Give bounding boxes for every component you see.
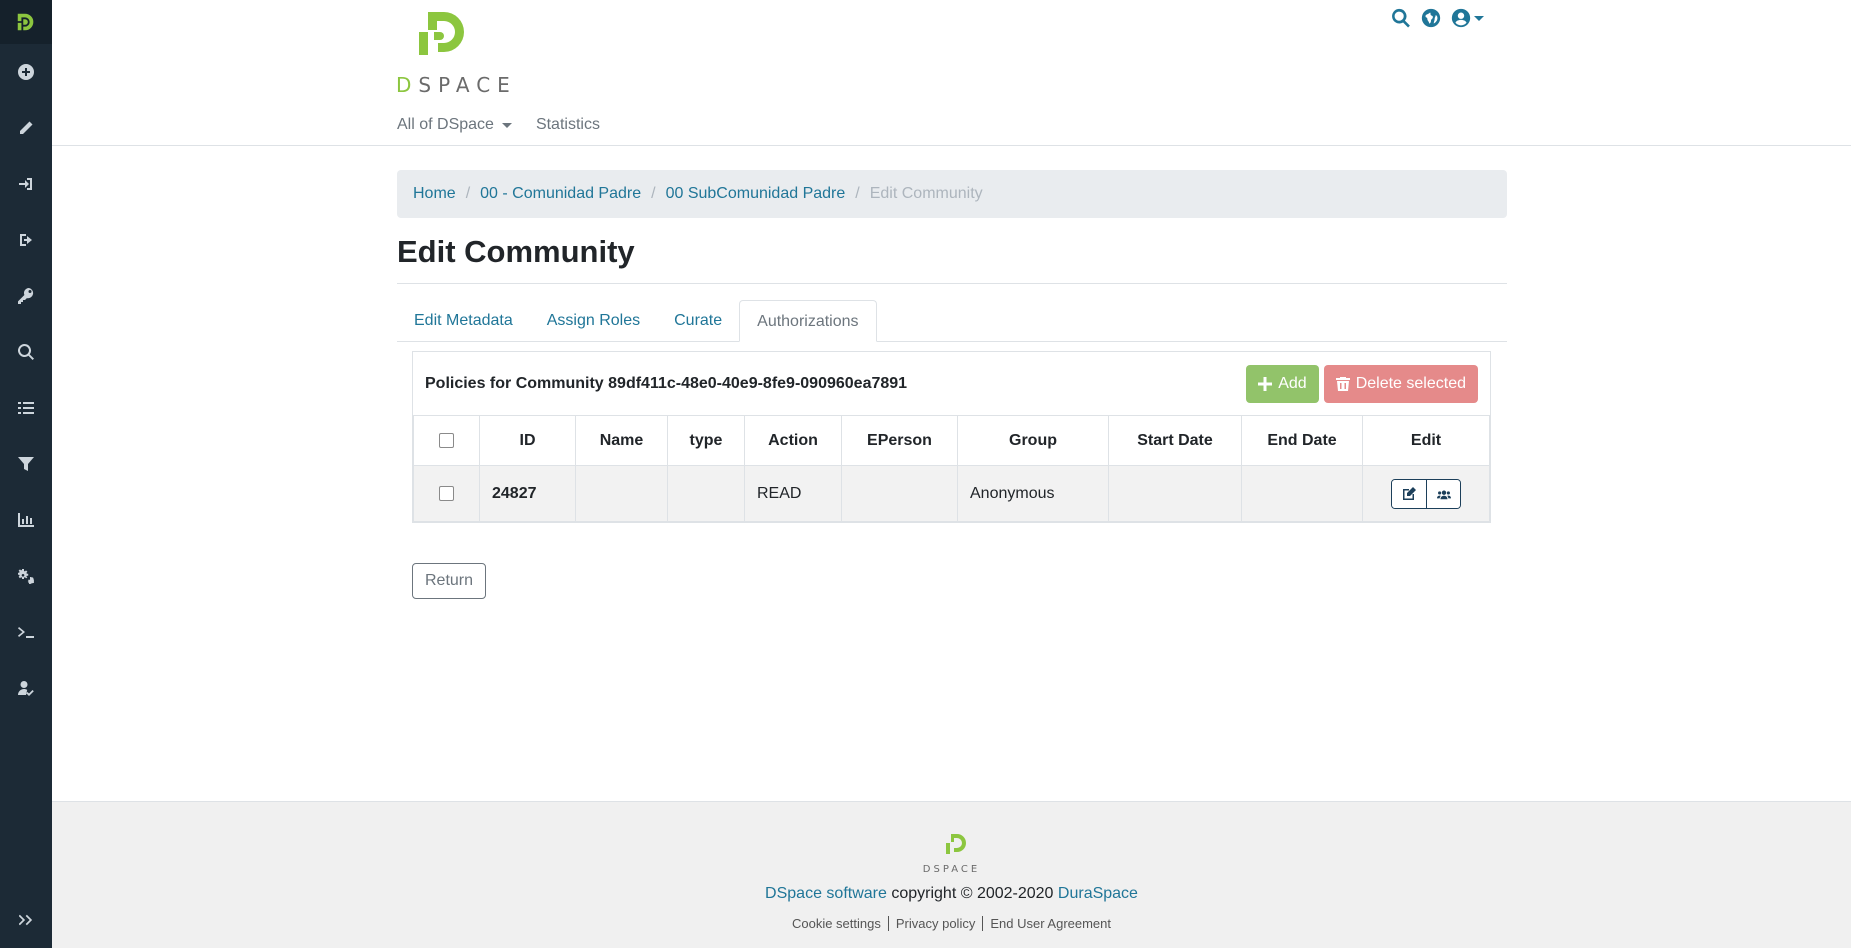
policies-panel: Policies for Community 89df411c-48e0-40e…: [412, 351, 1491, 523]
breadcrumb-separator: /: [465, 185, 471, 202]
footer-links: Cookie settings Privacy policy End User Ag…: [52, 916, 1851, 931]
chevron-down-icon: [1474, 15, 1484, 21]
delete-selected-button[interactable]: Delete selected: [1323, 364, 1478, 403]
column-header-id: ID: [479, 415, 576, 466]
tab-edit-metadata[interactable]: Edit Metadata: [397, 300, 530, 341]
policies-panel-header: Policies for Community 89df411c-48e0-40e…: [413, 352, 1490, 415]
cookie-settings-link[interactable]: Cookie settings: [785, 916, 888, 931]
breadcrumb-community[interactable]: 00 - Comunidad Padre: [480, 185, 641, 203]
column-header-start-date: Start Date: [1108, 415, 1242, 466]
tab-curate[interactable]: Curate: [657, 300, 739, 341]
edit-icon: [1403, 486, 1416, 500]
column-header-name: Name: [575, 415, 668, 466]
policy-end-date: [1241, 465, 1363, 522]
language-globe-icon[interactable]: [1420, 7, 1442, 29]
add-policy-button[interactable]: Add: [1246, 364, 1319, 403]
row-select-cell: [413, 465, 480, 522]
footer-logo-text: DSPACE: [922, 864, 981, 875]
admin-sidebar: [0, 0, 52, 948]
nav-all-of-dspace-label: All of DSpace: [397, 116, 494, 133]
dspace-software-link[interactable]: DSpace software: [765, 885, 887, 902]
column-header-group: Group: [957, 415, 1109, 466]
chevron-down-icon: [501, 122, 512, 128]
statistics-icon[interactable]: [0, 492, 52, 548]
policy-eperson: [841, 465, 958, 522]
header-actions: [1390, 7, 1484, 29]
dspace-logo-text: DSPACE: [396, 73, 517, 97]
delete-selected-label: Delete selected: [1355, 374, 1466, 392]
edit-icon[interactable]: [0, 100, 52, 156]
nav-statistics[interactable]: Statistics: [536, 116, 600, 134]
policy-type: [667, 465, 745, 522]
column-header-edit: Edit: [1362, 415, 1490, 466]
edit-group-button[interactable]: [1426, 479, 1460, 508]
policy-start-date: [1108, 465, 1242, 522]
users-icon: [1436, 490, 1451, 499]
tab-authorizations[interactable]: Authorizations: [739, 300, 877, 342]
access-control-icon[interactable]: [0, 268, 52, 324]
expand-sidebar-icon[interactable]: [0, 900, 52, 940]
page-title: Edit Community: [397, 234, 1507, 284]
column-header-action: Action: [744, 415, 842, 466]
breadcrumb-separator: /: [855, 185, 860, 202]
table-row: 24827 READ Anonymous: [413, 465, 1490, 522]
policy-name: [575, 465, 668, 522]
add-policy-label: Add: [1278, 374, 1307, 392]
select-all-checkbox[interactable]: [439, 432, 454, 448]
edit-button-group: [1391, 478, 1461, 509]
processes-icon[interactable]: [0, 604, 52, 660]
breadcrumb-separator: /: [651, 185, 656, 202]
user-menu[interactable]: [1450, 7, 1484, 29]
registries-icon[interactable]: [0, 380, 52, 436]
duraspace-link[interactable]: DuraSpace: [1058, 885, 1138, 902]
dspace-logo-icon[interactable]: [0, 0, 52, 44]
tab-bar: Edit Metadata Assign Roles Curate Author…: [397, 300, 1507, 342]
return-button[interactable]: Return: [412, 563, 486, 599]
main-content: Home / 00 - Comunidad Padre / 00 SubComu…: [397, 170, 1507, 599]
footer: DSPACE DSpace software copyright © 2002-…: [52, 801, 1851, 948]
policy-edit-cell: [1362, 465, 1490, 522]
column-header-type: type: [667, 415, 745, 466]
export-icon[interactable]: [0, 212, 52, 268]
select-all-header: [413, 415, 480, 466]
nav-all-of-dspace[interactable]: All of DSpace: [397, 116, 512, 134]
row-checkbox[interactable]: [439, 485, 454, 501]
table-header-row: ID Name type Action EPerson Group Start …: [413, 415, 1490, 466]
trash-icon: [1335, 376, 1350, 391]
edit-policy-button[interactable]: [1392, 479, 1426, 508]
breadcrumb-current: Edit Community: [869, 185, 983, 202]
workflow-icon[interactable]: [0, 548, 52, 604]
breadcrumb-subcommunity[interactable]: 00 SubComunidad Padre: [666, 185, 846, 203]
main-nav: All of DSpace Statistics: [397, 116, 600, 134]
policy-group: Anonymous: [957, 465, 1109, 522]
footer-copyright: DSpace software copyright © 2002-2020 Du…: [52, 885, 1851, 903]
breadcrumb-home[interactable]: Home: [413, 185, 456, 203]
curation-task-icon[interactable]: [0, 436, 52, 492]
new-icon[interactable]: [0, 44, 52, 100]
import-icon[interactable]: [0, 156, 52, 212]
policy-id: 24827: [479, 465, 576, 522]
user-circle-icon: [1451, 8, 1471, 28]
search-icon[interactable]: [1390, 7, 1412, 29]
tab-assign-roles[interactable]: Assign Roles: [530, 300, 657, 341]
column-header-eperson: EPerson: [841, 415, 958, 466]
policies-title: Policies for Community 89df411c-48e0-40e…: [425, 374, 908, 392]
policies-actions: Add Delete selected: [1246, 364, 1478, 403]
health-icon[interactable]: [0, 660, 52, 716]
copyright-text: copyright © 2002-2020: [886, 885, 1058, 902]
header: DSPACE All of DSpace Statistics: [52, 0, 1851, 146]
policy-action: READ: [744, 465, 842, 522]
column-header-end-date: End Date: [1241, 415, 1363, 466]
admin-search-icon[interactable]: [0, 324, 52, 380]
end-user-agreement-link[interactable]: End User Agreement: [982, 916, 1119, 931]
policies-table: ID Name type Action EPerson Group Start …: [413, 415, 1490, 522]
plus-icon: [1258, 376, 1273, 391]
breadcrumb: Home / 00 - Comunidad Padre / 00 SubComu…: [397, 170, 1507, 218]
privacy-policy-link[interactable]: Privacy policy: [887, 916, 983, 931]
